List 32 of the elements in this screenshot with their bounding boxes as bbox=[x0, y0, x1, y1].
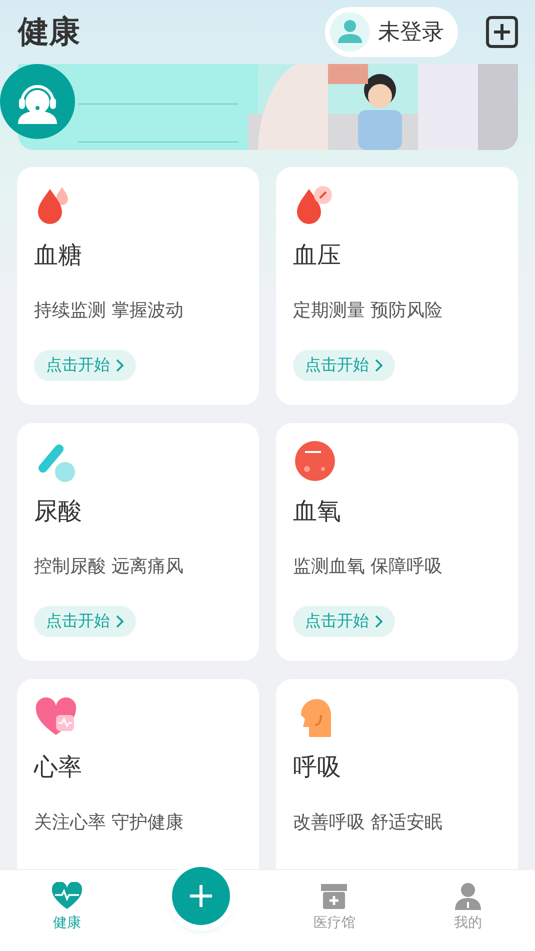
card-description: 控制尿酸 远离痛风 bbox=[34, 555, 185, 578]
clinic-icon bbox=[319, 882, 350, 910]
card-description: 定期测量 预防风险 bbox=[293, 299, 444, 322]
login-button[interactable]: 未登录 bbox=[325, 7, 458, 57]
card-title: 呼吸 bbox=[293, 752, 342, 783]
chevron-icon bbox=[116, 359, 124, 372]
page-title: 健康 bbox=[18, 13, 81, 52]
chevron-icon bbox=[116, 615, 124, 628]
person-icon bbox=[454, 882, 482, 910]
health-card[interactable]: 血糖 持续监测 掌握波动 点击开始 bbox=[17, 167, 259, 405]
add-icon[interactable] bbox=[486, 16, 518, 48]
card-title: 血糖 bbox=[34, 240, 83, 271]
customer-service-icon[interactable] bbox=[0, 64, 75, 139]
chevron-icon bbox=[375, 615, 383, 628]
card-description: 持续监测 掌握波动 bbox=[34, 299, 185, 322]
card-title: 血氧 bbox=[293, 496, 342, 527]
health-card[interactable]: 尿酸 控制尿酸 远离痛风 点击开始 bbox=[17, 423, 259, 661]
card-title: 血压 bbox=[293, 240, 342, 271]
card-description: 监测血氧 保障呼吸 bbox=[293, 555, 444, 578]
health-card[interactable]: 血氧 监测血氧 保障呼吸 点击开始 bbox=[276, 423, 518, 661]
health-card[interactable]: 呼吸 改善呼吸 舒适安眠 bbox=[276, 679, 518, 869]
card-description: 关注心率 守护健康 bbox=[34, 811, 185, 834]
plus-icon bbox=[188, 884, 213, 908]
card-description: 改善呼吸 舒适安眠 bbox=[293, 811, 444, 834]
chevron-icon bbox=[375, 359, 383, 372]
avatar-icon bbox=[330, 12, 370, 52]
add-button[interactable] bbox=[172, 867, 230, 925]
health-card[interactable]: 心率 关注心率 守护健康 bbox=[17, 679, 259, 869]
health-card[interactable]: 血压 定期测量 预防风险 点击开始 bbox=[276, 167, 518, 405]
card-title: 心率 bbox=[34, 752, 83, 783]
heart-pulse-icon bbox=[52, 882, 82, 910]
card-title: 尿酸 bbox=[34, 496, 83, 527]
